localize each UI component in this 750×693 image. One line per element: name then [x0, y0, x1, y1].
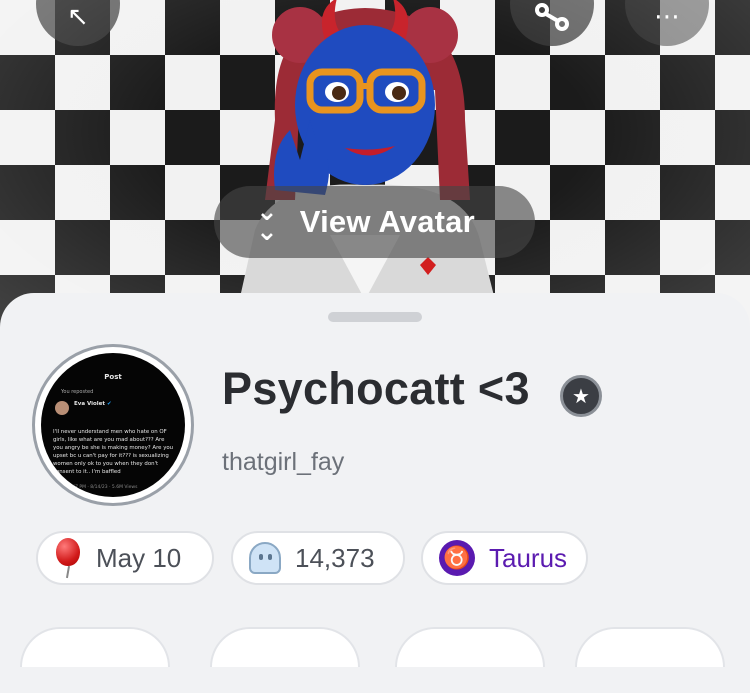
post-text: I'll never understand men who hate on OF… [53, 429, 174, 475]
birthday-chip[interactable]: May 10 [36, 531, 214, 585]
ghost-icon [249, 542, 281, 574]
zodiac-label: Taurus [489, 542, 568, 573]
share-icon [535, 3, 569, 31]
action-button-3[interactable] [395, 627, 545, 667]
display-name: Psychocatt <3 [222, 363, 530, 414]
action-button-2[interactable] [210, 627, 360, 667]
balloon-icon [54, 538, 82, 579]
profile-picture-image: Post You reposted Eva Violet ✔ I'll neve… [41, 353, 185, 497]
bitmoji-avatar[interactable] [215, 0, 515, 320]
more-button[interactable]: ⋯ [625, 0, 709, 46]
star-badge-icon[interactable]: ★ [560, 375, 602, 417]
taurus-icon: ♉ [439, 540, 475, 576]
sheet-grabber[interactable] [328, 312, 422, 322]
snapscore-label: 14,373 [295, 542, 375, 573]
post-footer: 10:47 PM · 8/14/23 · 5.6M Views [65, 485, 138, 490]
username[interactable]: thatgirl_fay [222, 448, 344, 477]
action-button-1[interactable] [20, 627, 170, 667]
post-title: Post [104, 373, 122, 381]
profile-sheet: Post You reposted Eva Violet ✔ I'll neve… [0, 293, 750, 693]
share-button[interactable] [510, 0, 594, 46]
view-avatar-button[interactable]: ⌄ ⌄ View Avatar [214, 186, 535, 258]
zodiac-chip[interactable]: ♉ Taurus [421, 531, 588, 585]
back-arrow-icon: ↖ [67, 2, 89, 32]
repost-label: You reposted [61, 389, 94, 395]
post-author-name: Eva Violet [74, 401, 106, 407]
double-chevron-down-icon: ⌄ ⌄ [256, 197, 278, 247]
snapscore-chip[interactable]: 14,373 [231, 531, 405, 585]
more-icon: ⋯ [654, 2, 680, 32]
verified-icon: ✔ [106, 401, 112, 407]
action-button-4[interactable] [575, 627, 725, 667]
view-avatar-label: View Avatar [299, 204, 475, 239]
avatar-header: ↖ ⋯ ⌄ ⌄ View Avatar [0, 0, 750, 330]
post-author-avatar [55, 401, 69, 415]
profile-picture[interactable]: Post You reposted Eva Violet ✔ I'll neve… [32, 344, 194, 506]
birthday-label: May 10 [96, 542, 182, 573]
back-button[interactable]: ↖ [36, 0, 120, 46]
post-author: Eva Violet ✔ [74, 401, 112, 407]
